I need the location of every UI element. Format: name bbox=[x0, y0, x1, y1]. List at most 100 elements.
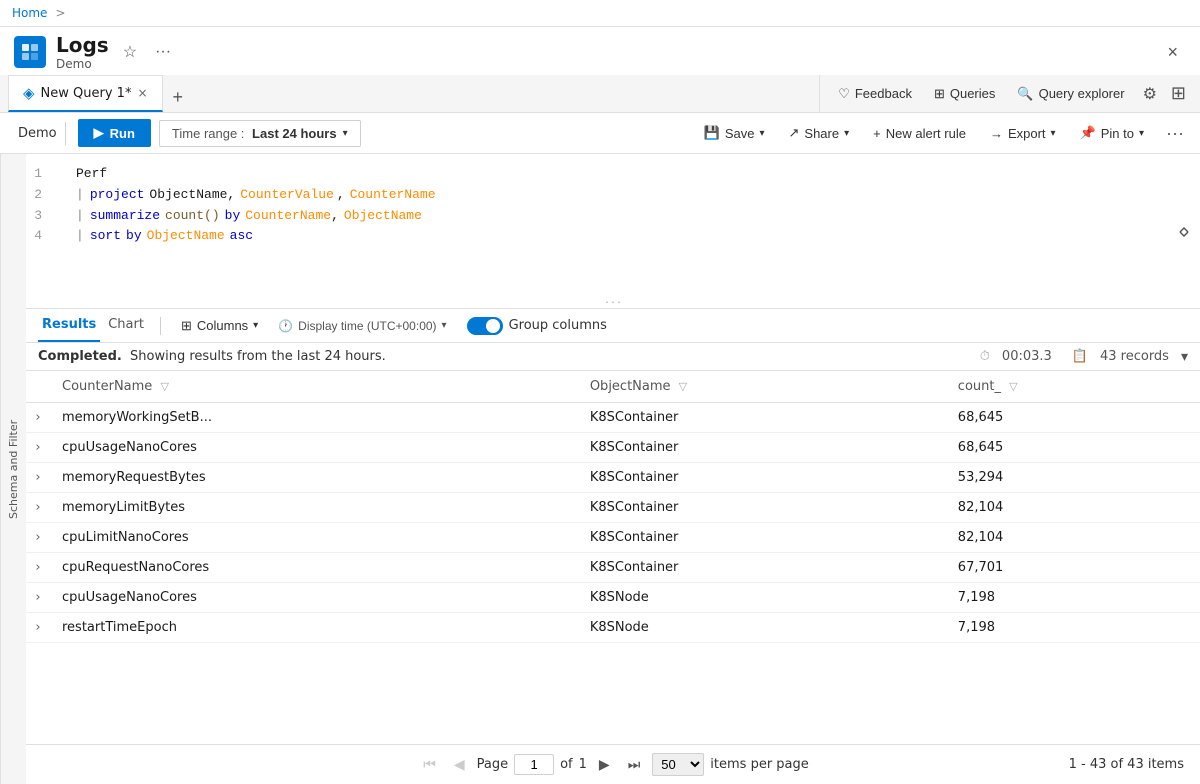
per-page-select[interactable]: 50 100 200 bbox=[652, 753, 704, 776]
query-tab[interactable]: ◈ New Query 1* × bbox=[8, 75, 163, 112]
save-chevron-icon: ▾ bbox=[759, 128, 764, 139]
run-button[interactable]: ▶ Run bbox=[78, 119, 151, 147]
export-button[interactable]: → Export ▾ bbox=[982, 122, 1064, 145]
save-button[interactable]: 💾 Save ▾ bbox=[696, 121, 773, 145]
app-icon bbox=[14, 36, 46, 68]
query-line-4: | sort by ObjectName asc bbox=[76, 226, 1200, 247]
cell-object-name-3: K8SContainer bbox=[578, 493, 946, 523]
editor-resize-handle[interactable]: ··· bbox=[26, 300, 1200, 308]
share-chevron-icon: ▾ bbox=[844, 128, 849, 139]
first-page-button[interactable]: ⏮ bbox=[417, 753, 442, 776]
cell-count-5: 67,701 bbox=[946, 553, 1200, 583]
home-link[interactable]: Home bbox=[12, 6, 47, 20]
table-row: › cpuUsageNanoCores K8SNode 7,198 bbox=[26, 583, 1200, 613]
editor-collapse-button[interactable] bbox=[1176, 160, 1192, 302]
group-columns-toggle[interactable] bbox=[467, 317, 503, 335]
row-expand-5[interactable]: › bbox=[26, 553, 50, 583]
table-row: › restartTimeEpoch K8SNode 7,198 bbox=[26, 613, 1200, 643]
run-icon: ▶ bbox=[94, 125, 104, 141]
save-icon: 💾 bbox=[704, 125, 720, 141]
alert-icon: + bbox=[873, 126, 881, 141]
prev-page-button[interactable]: ◀ bbox=[448, 753, 471, 776]
new-alert-button[interactable]: + New alert rule bbox=[865, 122, 974, 145]
close-button[interactable]: × bbox=[1159, 38, 1186, 67]
row-expand-1[interactable]: › bbox=[26, 433, 50, 463]
columns-chevron-icon: ▾ bbox=[253, 320, 258, 331]
cell-object-name-2: K8SContainer bbox=[578, 463, 946, 493]
page-input[interactable] bbox=[514, 754, 554, 775]
records-icon: 📋 bbox=[1072, 349, 1088, 364]
add-tab-button[interactable]: + bbox=[165, 83, 192, 112]
pagination: ⏮ ◀ Page of 1 ▶ ⏭ 50 100 200 items per p… bbox=[26, 744, 1200, 784]
row-expand-2[interactable]: › bbox=[26, 463, 50, 493]
time-range-label: Time range : Last 24 hours bbox=[172, 126, 337, 141]
workspace-label: Demo bbox=[10, 122, 66, 145]
columns-icon: ⊞ bbox=[181, 318, 192, 334]
query-editor[interactable]: 1 2 3 4 Perf | project ObjectName, Count… bbox=[26, 154, 1200, 309]
queries-button[interactable]: ⊞ Queries bbox=[926, 82, 1003, 106]
export-icon: → bbox=[990, 126, 1003, 141]
row-expand-4[interactable]: › bbox=[26, 523, 50, 553]
last-page-button[interactable]: ⏭ bbox=[622, 753, 647, 776]
line-num-1: 1 bbox=[26, 164, 42, 185]
cell-count-7: 7,198 bbox=[946, 613, 1200, 643]
status-text: Completed. Showing results from the last… bbox=[38, 349, 972, 364]
data-table: CounterName ▽ ObjectName ▽ count_ ▽ bbox=[26, 371, 1200, 744]
pin-icon: 📌 bbox=[1080, 125, 1096, 141]
query-line-2: | project ObjectName, CounterValue , Cou… bbox=[76, 185, 1200, 206]
expand-results-button[interactable]: ▾ bbox=[1181, 348, 1188, 365]
cell-counter-name-2: memoryRequestBytes bbox=[50, 463, 578, 493]
app-title-block: Logs Demo bbox=[56, 33, 109, 71]
app-header: Logs Demo ☆ ··· × bbox=[0, 27, 1200, 75]
tab-results[interactable]: Results bbox=[38, 309, 100, 342]
pin-to-button[interactable]: 📌 Pin to ▾ bbox=[1072, 121, 1152, 145]
clock-elapsed-icon: ⏱ bbox=[980, 349, 990, 364]
tab-chart[interactable]: Chart bbox=[104, 309, 148, 342]
chevron-down-icon: ▾ bbox=[343, 128, 348, 139]
line-num-2: 2 bbox=[26, 185, 42, 206]
feedback-button[interactable]: ♡ Feedback bbox=[830, 82, 920, 106]
more-icon[interactable]: ··· bbox=[151, 41, 175, 63]
share-button[interactable]: ↗ Share ▾ bbox=[781, 121, 858, 145]
table-row: › memoryWorkingSetB... K8SContainer 68,6… bbox=[26, 403, 1200, 433]
row-expand-0[interactable]: › bbox=[26, 403, 50, 433]
count-filter-icon[interactable]: ▽ bbox=[1009, 380, 1017, 393]
page-summary: 1 - 43 of 43 items bbox=[1069, 757, 1184, 772]
results-section: Results Chart ⊞ Columns ▾ 🕐 Display time… bbox=[26, 309, 1200, 784]
table-row: › memoryLimitBytes K8SContainer 82,104 bbox=[26, 493, 1200, 523]
row-expand-6[interactable]: › bbox=[26, 583, 50, 613]
query-line-3: | summarize count() by CounterName , Obj… bbox=[76, 206, 1200, 227]
time-display-button[interactable]: 🕐 Display time (UTC+00:00) ▾ bbox=[270, 316, 454, 336]
object-name-filter-icon[interactable]: ▽ bbox=[679, 380, 687, 393]
query-line-1: Perf bbox=[76, 164, 1200, 185]
table-row: › memoryRequestBytes K8SContainer 53,294 bbox=[26, 463, 1200, 493]
columns-button[interactable]: ⊞ Columns ▾ bbox=[173, 315, 266, 337]
cell-object-name-7: K8SNode bbox=[578, 613, 946, 643]
table-row: › cpuRequestNanoCores K8SContainer 67,70… bbox=[26, 553, 1200, 583]
cell-count-3: 82,104 bbox=[946, 493, 1200, 523]
row-expand-7[interactable]: › bbox=[26, 613, 50, 643]
breadcrumb-sep: > bbox=[55, 6, 65, 20]
query-explorer-button[interactable]: 🔍 Query explorer bbox=[1009, 82, 1132, 106]
cell-count-6: 7,198 bbox=[946, 583, 1200, 613]
schema-filter-sidebar[interactable]: Schema and Filter bbox=[0, 154, 26, 784]
cell-counter-name-4: cpuLimitNanoCores bbox=[50, 523, 578, 553]
row-expand-3[interactable]: › bbox=[26, 493, 50, 523]
cell-count-0: 68,645 bbox=[946, 403, 1200, 433]
settings-icon[interactable]: ⚙ bbox=[1139, 82, 1161, 106]
view-toggle-icon[interactable]: ⊞ bbox=[1167, 81, 1190, 106]
time-chevron-icon: ▾ bbox=[442, 320, 447, 331]
content-area: 1 2 3 4 Perf | project ObjectName, Count… bbox=[26, 154, 1200, 784]
time-range-button[interactable]: Time range : Last 24 hours ▾ bbox=[159, 120, 361, 147]
toolbar-more-button[interactable]: ··· bbox=[1160, 121, 1190, 146]
next-page-button[interactable]: ▶ bbox=[593, 753, 616, 776]
total-pages: 1 bbox=[579, 757, 587, 772]
cell-count-2: 53,294 bbox=[946, 463, 1200, 493]
status-meta: ⏱ 00:03.3 📋 43 records ▾ bbox=[980, 348, 1188, 365]
counter-name-filter-icon[interactable]: ▽ bbox=[160, 380, 168, 393]
items-per-page-label: items per page bbox=[710, 757, 808, 772]
star-icon[interactable]: ☆ bbox=[119, 40, 141, 64]
tab-close-button[interactable]: × bbox=[137, 86, 147, 100]
group-columns-label: Group columns bbox=[509, 318, 607, 333]
table-row: › cpuLimitNanoCores K8SContainer 82,104 bbox=[26, 523, 1200, 553]
